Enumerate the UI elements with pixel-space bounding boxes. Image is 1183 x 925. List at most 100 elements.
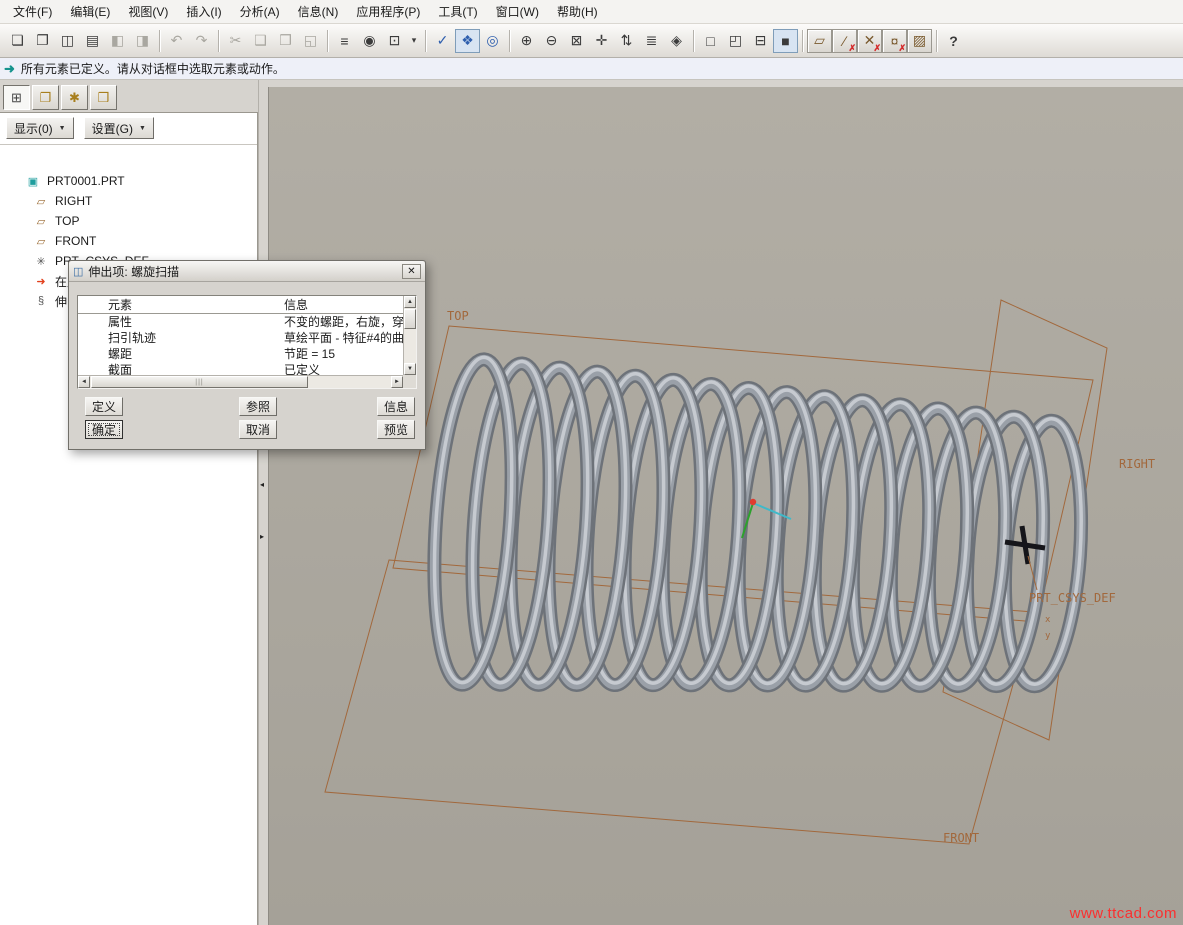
menu-help[interactable]: 帮助(H) [548, 0, 607, 24]
spin-center-toggle[interactable]: ◎ [480, 29, 505, 53]
tree-item-top-plane[interactable]: ▱ TOP [26, 211, 257, 231]
menu-file[interactable]: 文件(F) [4, 0, 61, 24]
table-row[interactable]: 扫引轨迹 草绘平面 - 特征#4的曲面 [78, 330, 405, 346]
dialog-close-button[interactable]: ✕ [402, 264, 421, 279]
open-button[interactable]: ❐ [30, 29, 55, 53]
datum-planes-toggle[interactable]: ▱ [807, 29, 832, 53]
menu-insert[interactable]: 插入(I) [177, 0, 230, 24]
regenerate-button[interactable]: ❖ [455, 29, 480, 53]
expand-right-icon[interactable]: ▸ [260, 532, 264, 541]
wireframe-display-button[interactable]: □ [698, 29, 723, 53]
erase-display-button[interactable]: ◨ [130, 29, 155, 53]
scroll-down-button[interactable]: ▼ [404, 363, 416, 375]
model-tree-toggle-button[interactable]: ≡ [332, 29, 357, 53]
shaded-display-button[interactable]: ■ [773, 29, 798, 53]
find-button[interactable]: ◉ [357, 29, 382, 53]
new-button[interactable]: ❏ [5, 29, 30, 53]
tree-item-label: FRONT [55, 234, 96, 248]
menu-window[interactable]: 窗口(W) [487, 0, 548, 24]
print-button[interactable]: ▤ [80, 29, 105, 53]
helical-spring-model[interactable] [425, 355, 1090, 689]
selection-filter-button[interactable]: ⊡ [382, 29, 407, 53]
repaint-button[interactable]: ✓ [430, 29, 455, 53]
table-row[interactable]: 螺距 节距 = 15 [78, 346, 405, 362]
selection-filter-dropdown[interactable]: ▾ [407, 29, 421, 53]
csys-axis-y-label: y [1045, 631, 1051, 641]
paste-special-button[interactable]: ◱ [298, 29, 323, 53]
help-button[interactable]: ? [941, 29, 966, 53]
show-dropdown-label: 显示(0) [14, 120, 53, 137]
show-dropdown-button[interactable]: 显示(0) ▼ [6, 117, 74, 139]
datum-axes-icon: ∕ [843, 33, 845, 49]
scroll-up-button[interactable]: ▲ [404, 296, 416, 308]
folder-browser-tab[interactable]: ❐ [32, 85, 59, 110]
scroll-left-button[interactable]: ◄ [78, 376, 90, 388]
menu-view[interactable]: 视图(V) [119, 0, 177, 24]
tree-item-right-plane[interactable]: ▱ RIGHT [26, 191, 257, 211]
print-preview-button[interactable]: ◧ [105, 29, 130, 53]
favorites-tab[interactable]: ✱ [61, 85, 88, 110]
model-tree-controls: 显示(0) ▼ 设置(G) ▼ [0, 113, 257, 145]
layers-button[interactable]: ≣ [639, 29, 664, 53]
info-cell: 草绘平面 - 特征#4的曲面 [278, 330, 405, 346]
datum-plane-icon: ▱ [34, 195, 48, 208]
element-cell: 属性 [78, 314, 278, 330]
save-button[interactable]: ◫ [55, 29, 80, 53]
toolbar-separator [936, 30, 937, 52]
cut-button[interactable]: ✂ [223, 29, 248, 53]
top-plane-label: TOP [447, 309, 469, 323]
red-x-icon: ✗ [898, 44, 906, 53]
table-row[interactable]: 属性 不变的螺距，右旋，穿过轴 [78, 314, 405, 330]
zoom-out-button[interactable]: ⊖ [539, 29, 564, 53]
menu-tools[interactable]: 工具(T) [429, 0, 486, 24]
model-tree-tab[interactable]: ⊞ [3, 85, 30, 110]
view-manager-button[interactable]: ◈ [664, 29, 689, 53]
menu-info[interactable]: 信息(N) [289, 0, 348, 24]
saved-views-button[interactable]: ⇅ [614, 29, 639, 53]
table-horizontal-scrollbar[interactable]: ◄ ||| ► [78, 375, 403, 388]
copy-button[interactable]: ❑ [248, 29, 273, 53]
navigator-tabs: ⊞ ❐ ✱ ❒ [0, 80, 258, 112]
tree-item-front-plane[interactable]: ▱ FRONT [26, 231, 257, 251]
hidden-line-display-button[interactable]: ◰ [723, 29, 748, 53]
settings-dropdown-button[interactable]: 设置(G) ▼ [84, 117, 154, 139]
connections-tab[interactable]: ❒ [90, 85, 117, 110]
cancel-button[interactable]: 取消 [239, 420, 277, 439]
zoom-in-button[interactable]: ⊕ [514, 29, 539, 53]
tree-item-label: TOP [55, 214, 79, 228]
preview-button[interactable]: 预览 [377, 420, 415, 439]
menu-applications[interactable]: 应用程序(P) [347, 0, 429, 24]
status-arrow-icon: ➜ [4, 61, 15, 77]
datum-points-toggle[interactable]: ✕ ✗ [857, 29, 882, 53]
annotations-toggle[interactable]: ▨ [907, 29, 932, 53]
ok-button[interactable]: 确定 [85, 420, 123, 439]
toolbar-separator [693, 30, 694, 52]
define-button[interactable]: 定义 [85, 397, 123, 416]
scroll-right-button[interactable]: ► [391, 376, 403, 388]
references-button[interactable]: 参照 [239, 397, 277, 416]
panel-splitter[interactable]: ◂ ▸ [258, 80, 268, 925]
menu-analysis[interactable]: 分析(A) [231, 0, 289, 24]
tree-item-label: RIGHT [55, 194, 92, 208]
dialog-title-bar[interactable]: ◫ 伸出项: 螺旋扫描 ✕ [69, 261, 425, 282]
reorient-button[interactable]: ✛ [589, 29, 614, 53]
table-vertical-scrollbar[interactable]: ▲ ▼ [403, 296, 416, 375]
horizontal-scroll-thumb[interactable]: ||| [91, 376, 308, 388]
graphics-viewport[interactable]: TOP RIGHT FRONT PRT_CSYS_DEF x y www.ttc… [268, 87, 1183, 925]
tree-item-part[interactable]: ▣ PRT0001.PRT [26, 171, 257, 191]
vertical-scroll-thumb[interactable] [404, 309, 416, 329]
menu-edit[interactable]: 编辑(E) [61, 0, 119, 24]
redo-button[interactable]: ↷ [189, 29, 214, 53]
paste-button[interactable]: ❒ [273, 29, 298, 53]
info-button[interactable]: 信息 [377, 397, 415, 416]
datum-axes-toggle[interactable]: ∕ ✗ [832, 29, 857, 53]
toolbar-separator [159, 30, 160, 52]
refit-button[interactable]: ⊠ [564, 29, 589, 53]
3d-canvas[interactable]: TOP RIGHT FRONT PRT_CSYS_DEF x y [269, 87, 1183, 925]
datum-csys-toggle[interactable]: ¤ ✗ [882, 29, 907, 53]
collapse-left-icon[interactable]: ◂ [260, 480, 264, 489]
undo-button[interactable]: ↶ [164, 29, 189, 53]
helical-sweep-dialog: ◫ 伸出项: 螺旋扫描 ✕ 元素 信息 属性 不变的螺距，右旋，穿过轴 扫引轨迹… [68, 260, 426, 450]
no-hidden-display-button[interactable]: ⊟ [748, 29, 773, 53]
model-tree-panel: 显示(0) ▼ 设置(G) ▼ ▣ PRT0001.PRT ▱ RIGHT [0, 112, 258, 925]
